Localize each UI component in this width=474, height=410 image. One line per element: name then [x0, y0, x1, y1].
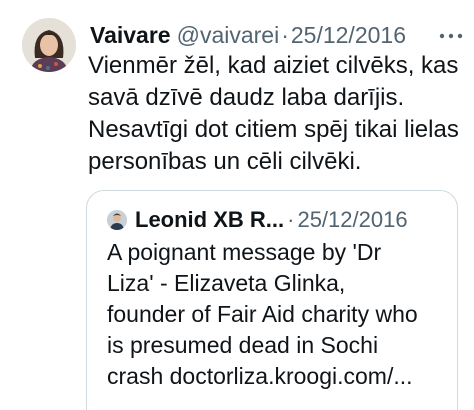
quoted-tweet-text: A poignant message by 'Dr Liza' - Elizav… — [107, 237, 452, 392]
quoted-header-separator: · — [287, 207, 295, 232]
quoted-text-line: Liza' - Elizaveta Glinka, — [107, 270, 346, 296]
quoted-author-avatar — [107, 210, 127, 230]
quoted-text-line: A poignant message by 'Dr — [107, 239, 382, 265]
author-avatar[interactable] — [22, 18, 76, 72]
tweet-text-line: Vienmēr žēl, kad aiziet cilvēks, kas — [88, 52, 459, 79]
tweet-text-line: personības un cēli cilvēki. — [88, 148, 362, 175]
quoted-text-line: is presumed dead in Sochi — [107, 332, 379, 358]
tweet-text-line: savā dzīvē daudz laba darījis. — [88, 84, 405, 111]
quoted-tweet-card[interactable]: Leonid XB R... · 25/12/2016 A poignant m… — [86, 190, 458, 410]
header-separator: · — [281, 22, 289, 48]
quoted-text-line: crash doctorliza.kroogi.com/... — [107, 363, 413, 389]
tweet-text-line: Nesavtīgi dot citiem spēj tikai lielas — [88, 116, 459, 143]
author-handle[interactable]: @vaivarei — [177, 18, 280, 52]
quoted-tweet-header: Leonid XB R... · 25/12/2016 — [107, 205, 408, 235]
quoted-author-display-name: Leonid XB R... — [135, 207, 285, 232]
author-display-name[interactable]: Vaivare — [90, 18, 171, 52]
tweet-date[interactable]: 25/12/2016 — [291, 18, 406, 52]
quoted-text-line: founder of Fair Aid charity who — [107, 301, 418, 327]
tweet-text: Vienmēr žēl, kad aiziet cilvēks, kas sav… — [88, 50, 468, 178]
quoted-tweet-date: 25/12/2016 — [297, 207, 408, 232]
more-horizontal-icon — [439, 26, 463, 44]
more-options-button[interactable] — [436, 20, 466, 50]
tweet-header: Vaivare @vaivarei · 25/12/2016 — [90, 18, 462, 52]
